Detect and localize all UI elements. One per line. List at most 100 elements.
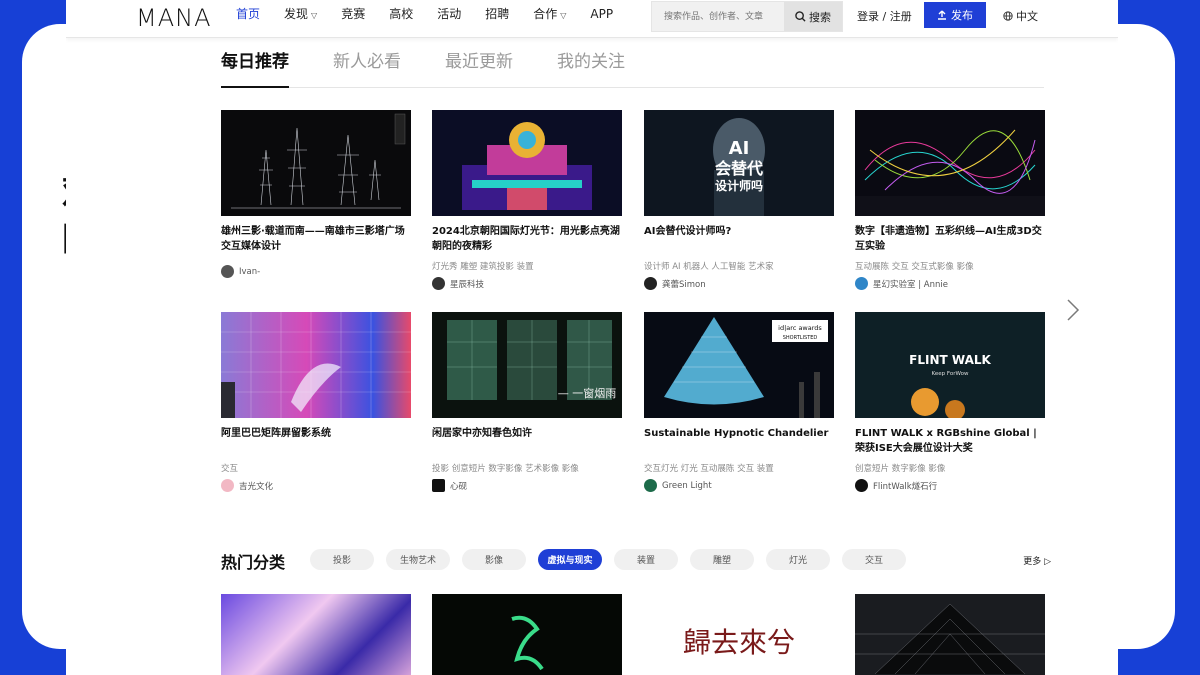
publish-button-label: 发布 xyxy=(951,9,973,22)
hot-categories-title: 热门分类 xyxy=(221,553,286,572)
category-pills: 投影 生物艺术 影像 虚拟与现实 装置 雕塑 灯光 交互 xyxy=(310,549,918,570)
work-thumbnail[interactable] xyxy=(221,312,411,418)
work-card[interactable]: id|arc awards SHORTLISTED Sustainable Hy… xyxy=(644,312,834,492)
work-thumbnail[interactable]: id|arc awards SHORTLISTED xyxy=(644,312,834,418)
work-tags: 交互灯光 灯光 互动展陈 交互 装置 xyxy=(644,464,774,474)
category-pill[interactable]: 影像 xyxy=(462,549,526,570)
site-logo[interactable]: MANA xyxy=(136,4,212,32)
work-author[interactable]: 吉光文化 xyxy=(221,479,411,492)
tab-recent[interactable]: 最近更新 xyxy=(445,50,513,88)
publish-button[interactable]: 发布 xyxy=(924,2,986,28)
work-author[interactable]: 星幻实验室 | Annie xyxy=(855,277,1045,290)
category-pill[interactable]: 装置 xyxy=(614,549,678,570)
work-thumbnail[interactable] xyxy=(432,110,622,216)
nav-item-contest[interactable]: 竞赛 xyxy=(341,0,365,30)
globe-icon xyxy=(1003,11,1013,21)
nav-item-home[interactable]: 首页 xyxy=(236,0,260,30)
more-link[interactable]: 更多 ▷ xyxy=(1023,554,1051,567)
author-name: Ivan- xyxy=(239,266,261,277)
work-card[interactable]: FLINT WALK Keep ForWow FLINT WALK x RGBs… xyxy=(855,312,1045,492)
tab-newcomers[interactable]: 新人必看 xyxy=(333,50,401,88)
work-thumbnail[interactable] xyxy=(221,594,411,675)
login-register-link[interactable]: 登录 / 注册 xyxy=(857,8,912,24)
thumb-text: SHORTLISTED xyxy=(783,335,818,341)
nav-item-discover[interactable]: 发现 ▽ xyxy=(284,0,317,30)
feed-tabs: 每日推荐 新人必看 最近更新 我的关注 xyxy=(221,50,1044,88)
thumb-text: 会替代 xyxy=(715,159,763,178)
category-pill[interactable]: 投影 xyxy=(310,549,374,570)
work-thumbnail[interactable] xyxy=(432,594,622,675)
avatar xyxy=(432,277,445,290)
chevron-down-icon: ▽ xyxy=(311,11,318,20)
work-title[interactable]: Sustainable Hypnotic Chandelier xyxy=(644,426,834,458)
top-navigation: MANA 首页 发现▽ 竞赛 高校 活动 招聘 合作▽ APP 搜索 登录 / … xyxy=(66,0,1118,38)
category-pill[interactable]: 雕塑 xyxy=(690,549,754,570)
author-name: 星辰科技 xyxy=(450,279,485,290)
work-tags: 投影 创意短片 数字影像 艺术影像 影像 xyxy=(432,464,579,474)
work-title[interactable]: 阿里巴巴矩阵屏留影系统 xyxy=(221,426,411,458)
work-thumbnail[interactable] xyxy=(855,594,1045,675)
work-tags: 创意短片 数字影像 影像 xyxy=(855,464,946,474)
language-label: 中文 xyxy=(1016,10,1038,23)
chevron-right-icon[interactable] xyxy=(1066,295,1080,330)
upload-icon xyxy=(938,10,946,20)
author-name: FlintWalk燧石行 xyxy=(873,481,938,492)
work-title[interactable]: 雄州三影·载道而南——南雄市三影塔广场交互媒体设计 xyxy=(221,224,411,256)
tab-following[interactable]: 我的关注 xyxy=(557,50,625,88)
avatar xyxy=(855,277,868,290)
search-button-label: 搜索 xyxy=(809,10,831,24)
search-button[interactable]: 搜索 xyxy=(784,2,842,31)
work-author[interactable]: 龚蕾Simon xyxy=(644,277,834,290)
author-name: Green Light xyxy=(662,480,712,491)
work-title[interactable]: 2024北京朝阳国际灯光节：用光影点亮湖朝阳的夜精彩 xyxy=(432,224,622,256)
avatar xyxy=(644,277,657,290)
category-pill-active[interactable]: 虚拟与现实 xyxy=(538,549,602,570)
search-input[interactable] xyxy=(652,2,784,31)
work-title[interactable]: FLINT WALK x RGBshine Global | 荣获ISE大会展位… xyxy=(855,426,1045,458)
work-thumbnail[interactable] xyxy=(221,110,411,216)
work-title[interactable]: 数字【非遗造物】五彩织线—AI生成3D交互实验 xyxy=(855,224,1045,256)
work-card[interactable]: — 一窗烟雨 闲居家中亦知春色如许 投影 创意短片 数字影像 艺术影像 影像 心… xyxy=(432,312,622,492)
work-thumbnail[interactable] xyxy=(855,110,1045,216)
play-triangle-icon: ▷ xyxy=(1044,557,1051,567)
author-name: 吉光文化 xyxy=(239,481,274,492)
category-pill[interactable]: 交互 xyxy=(842,549,906,570)
category-pill[interactable]: 灯光 xyxy=(766,549,830,570)
search-box: 搜索 xyxy=(651,1,843,32)
work-author[interactable]: Green Light xyxy=(644,479,834,492)
work-title[interactable]: AI会替代设计师吗? xyxy=(644,224,834,256)
thumb-text: — 一窗烟雨 xyxy=(558,386,617,400)
work-thumbnail[interactable]: FLINT WALK Keep ForWow xyxy=(855,312,1045,418)
work-author[interactable]: FlintWalk燧石行 xyxy=(855,479,1045,492)
author-name: 心砚 xyxy=(450,481,468,492)
nav-item-app[interactable]: APP xyxy=(590,0,613,30)
nav-item-cooperation[interactable]: 合作 ▽ xyxy=(533,0,566,30)
thumb-text: AI xyxy=(729,138,750,159)
language-switch[interactable]: 中文 xyxy=(1003,8,1038,24)
work-author[interactable]: 星辰科技 xyxy=(432,277,622,290)
work-author[interactable]: Ivan- xyxy=(221,265,411,278)
work-title[interactable]: 闲居家中亦知春色如许 xyxy=(432,426,622,458)
nav-item-jobs[interactable]: 招聘 xyxy=(485,0,509,30)
search-icon xyxy=(795,11,806,22)
work-card[interactable]: 2024北京朝阳国际灯光节：用光影点亮湖朝阳的夜精彩 灯光秀 雕塑 建筑投影 装… xyxy=(432,110,622,290)
work-card[interactable]: AI 会替代 设计师吗 AI会替代设计师吗? 设计师 AI 机器人 人工智能 艺… xyxy=(644,110,834,290)
work-author[interactable]: 心砚 xyxy=(432,479,622,492)
author-name: 龚蕾Simon xyxy=(662,279,706,290)
work-thumbnail[interactable]: 歸去來兮 xyxy=(644,594,834,675)
work-card[interactable]: 数字【非遗造物】五彩织线—AI生成3D交互实验 互动展陈 交互 交互式影像 影像… xyxy=(855,110,1045,290)
website-screenshot: MANA 首页 发现▽ 竞赛 高校 活动 招聘 合作▽ APP 搜索 登录 / … xyxy=(66,0,1118,675)
thumb-text: Keep ForWow xyxy=(932,371,969,377)
work-thumbnail[interactable]: — 一窗烟雨 xyxy=(432,312,622,418)
thumb-text: id|arc awards xyxy=(778,324,822,332)
avatar xyxy=(221,479,234,492)
chevron-down-icon: ▽ xyxy=(560,11,567,20)
tab-daily[interactable]: 每日推荐 xyxy=(221,50,289,88)
nav-item-college[interactable]: 高校 xyxy=(389,0,413,30)
category-pill[interactable]: 生物艺术 xyxy=(386,549,450,570)
work-thumbnail[interactable]: AI 会替代 设计师吗 xyxy=(644,110,834,216)
work-card[interactable]: 雄州三影·载道而南——南雄市三影塔广场交互媒体设计 Ivan- xyxy=(221,110,411,278)
avatar xyxy=(432,479,445,492)
work-card[interactable]: 阿里巴巴矩阵屏留影系统 交互 吉光文化 xyxy=(221,312,411,492)
nav-item-events[interactable]: 活动 xyxy=(437,0,461,30)
